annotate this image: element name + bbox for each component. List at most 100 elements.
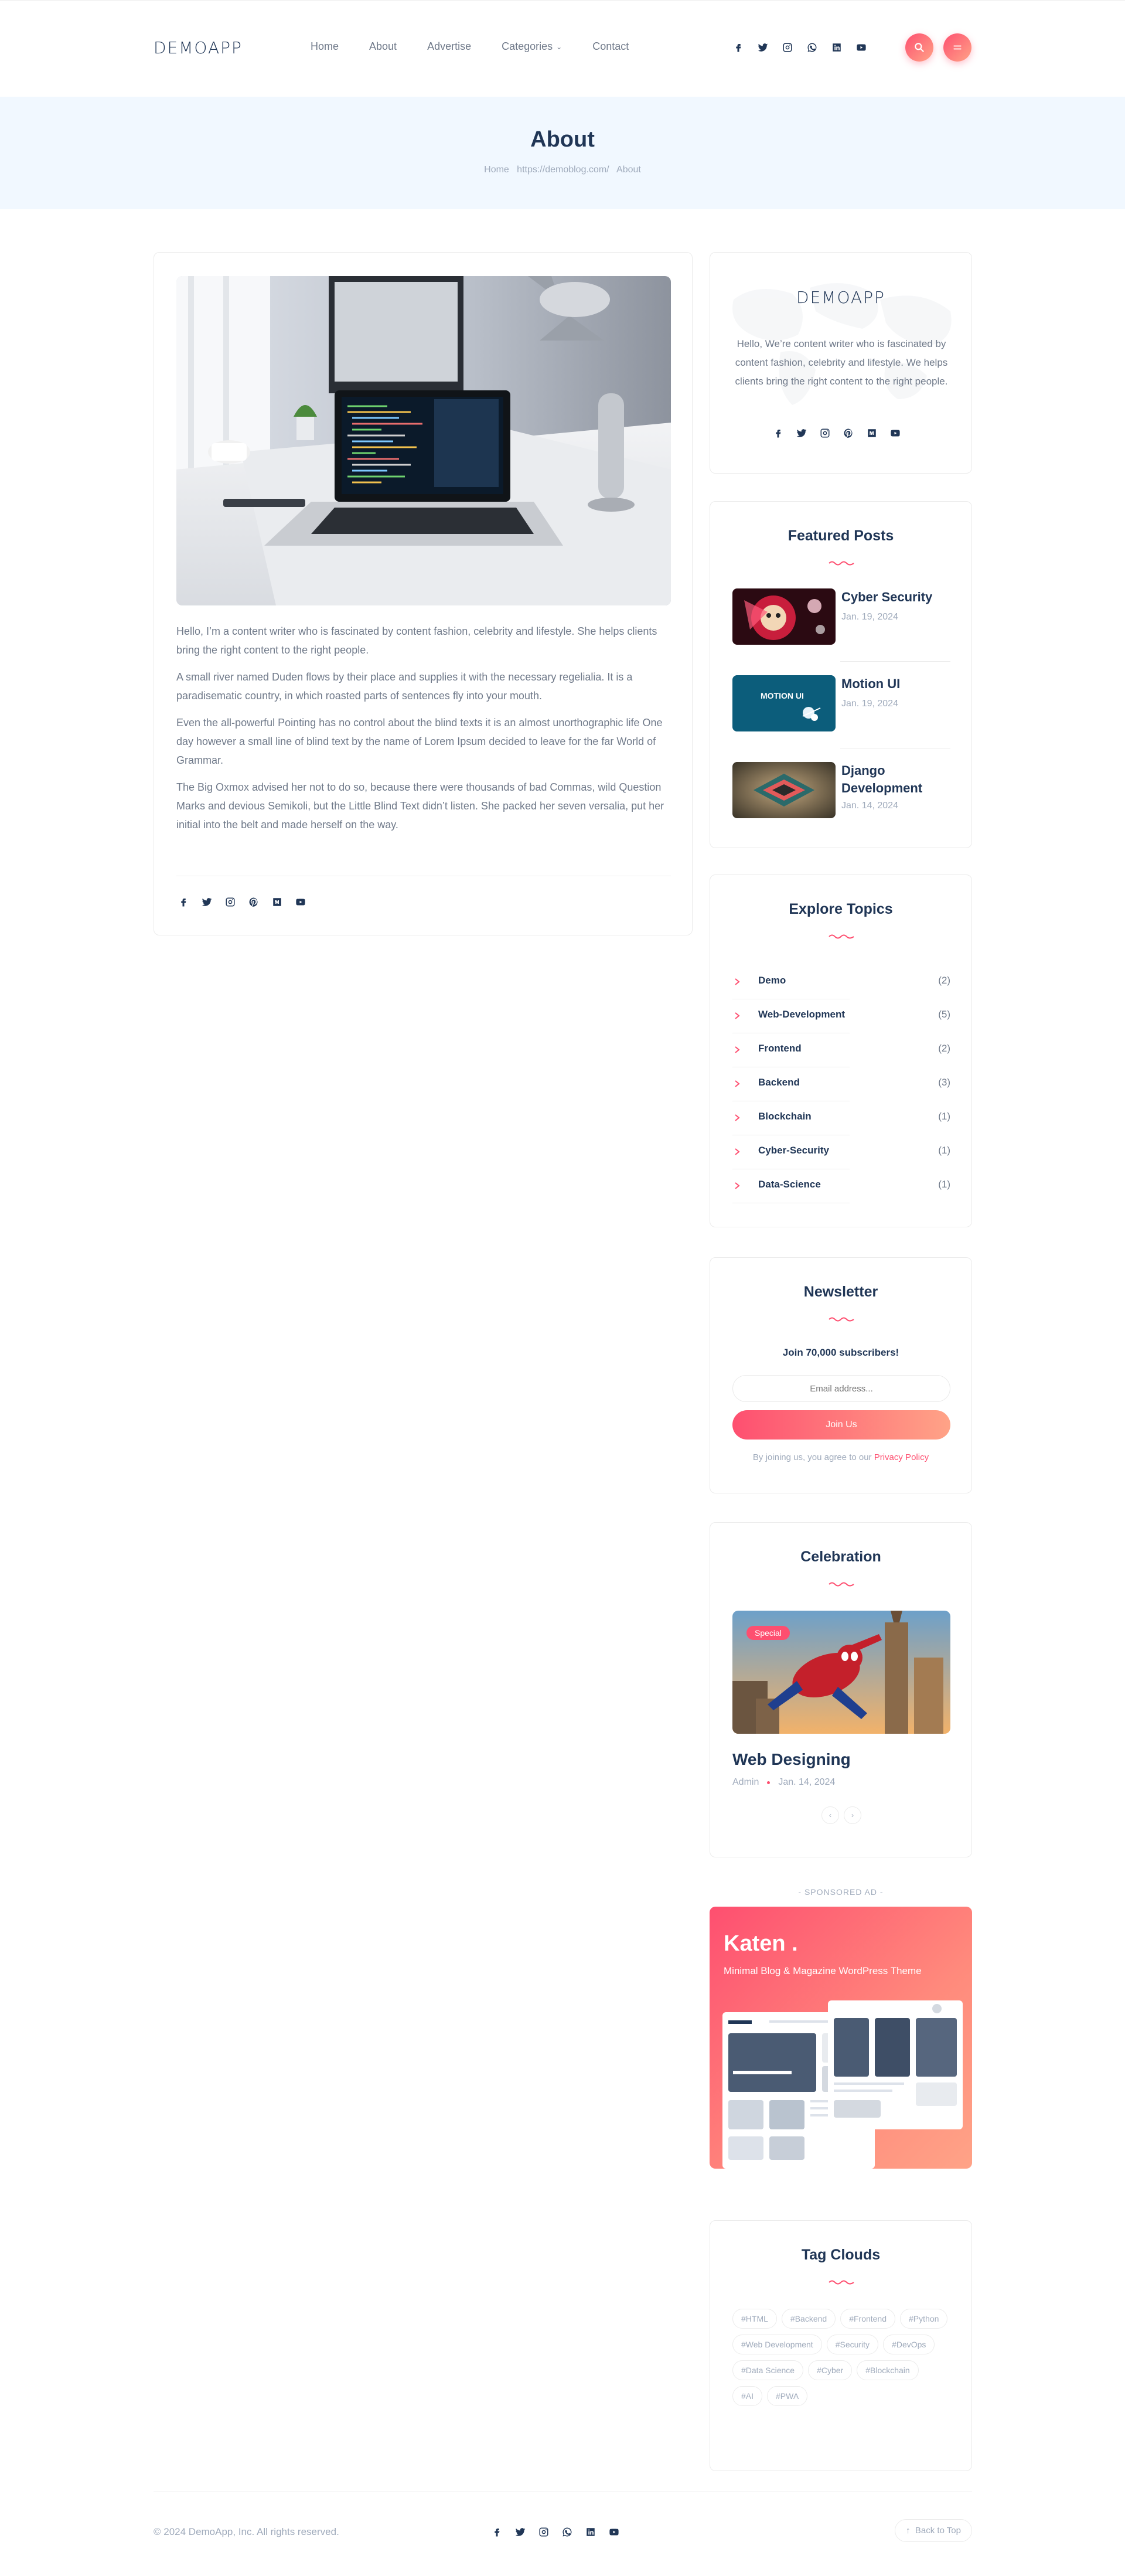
article-paragraph: The Big Oxmox advised her not to do so, … (176, 781, 664, 831)
pinterest-icon[interactable] (840, 425, 857, 441)
instagram-icon[interactable] (222, 894, 238, 910)
join-us-button[interactable]: Join Us (732, 1410, 950, 1440)
medium-icon[interactable] (269, 894, 285, 910)
youtube-icon[interactable] (853, 39, 870, 56)
nav-home[interactable]: Home (311, 40, 339, 53)
topic-item-web-development[interactable]: Web-Development (5) (732, 999, 950, 1033)
featured-post-title[interactable]: Cyber Security (841, 588, 950, 606)
tag-pwa[interactable]: #PWA (767, 2386, 808, 2406)
tag-python[interactable]: #Python (900, 2309, 948, 2329)
breadcrumb-url[interactable]: https://demoblog.com/ (517, 165, 609, 175)
tag-blockchain[interactable]: #Blockchain (857, 2360, 919, 2380)
topic-item-frontend[interactable]: Frontend (2) (732, 1033, 950, 1067)
medium-icon[interactable] (864, 425, 880, 441)
featured-post-title[interactable]: Django Development (841, 762, 950, 797)
privacy-policy-link[interactable]: Privacy Policy (874, 1452, 929, 1462)
topic-name[interactable]: Backend (758, 1077, 800, 1088)
youtube-icon[interactable] (292, 894, 309, 910)
whatsapp-icon[interactable] (804, 39, 820, 56)
topic-item-backend[interactable]: Backend (3) (732, 1067, 950, 1101)
featured-posts-widget: Featured Posts Cyber Security Jan. 19, 2… (710, 501, 972, 848)
facebook-icon[interactable] (770, 425, 786, 441)
instagram-icon[interactable] (536, 2524, 552, 2540)
twitter-icon[interactable] (793, 425, 810, 441)
nav-contact[interactable]: Contact (592, 40, 629, 53)
about-widget: DEMOAPP Hello, We’re content writer who … (710, 252, 972, 474)
meta-dot (767, 1781, 771, 1784)
featured-post-thumbnail[interactable]: MOTION UI (732, 675, 836, 731)
celebration-post-title[interactable]: Web Designing (732, 1750, 851, 1769)
hero-image-laptop-desk (176, 276, 671, 605)
tag-cyber[interactable]: #Cyber (808, 2360, 853, 2380)
back-to-top-button[interactable]: ↑ Back to Top (895, 2519, 972, 2542)
topic-item-data-science[interactable]: Data-Science (1) (732, 1169, 950, 1203)
menu-button[interactable] (943, 33, 971, 62)
chevron-right-icon (735, 1148, 740, 1155)
instagram-icon[interactable] (817, 425, 833, 441)
featured-post[interactable]: Cyber Security Jan. 19, 2024 (732, 588, 950, 647)
tag-data-science[interactable]: #Data Science (732, 2360, 804, 2380)
tag-ai[interactable]: #AI (732, 2386, 763, 2406)
privacy-policy-label: Privacy Policy (874, 1452, 929, 1462)
twitter-icon[interactable] (512, 2524, 529, 2540)
celebration-post-image[interactable]: Special (732, 1611, 950, 1734)
tag-web-development[interactable]: #Web Development (732, 2335, 822, 2354)
tag-html[interactable]: #HTML (732, 2309, 777, 2329)
youtube-icon[interactable] (606, 2524, 622, 2540)
post-author[interactable]: Admin (732, 1777, 759, 1788)
topic-name[interactable]: Frontend (758, 1043, 802, 1054)
tag-backend[interactable]: #Backend (781, 2309, 836, 2329)
featured-post[interactable]: Django Development Jan. 14, 2024 (732, 762, 950, 821)
nav-advertise[interactable]: Advertise (427, 40, 471, 53)
featured-post-title[interactable]: Motion UI (841, 675, 950, 693)
sponsored-ad-banner[interactable]: Katen . Minimal Blog & Magazine WordPres… (710, 1907, 972, 2169)
topic-name[interactable]: Web-Development (758, 1009, 845, 1020)
nav-about[interactable]: About (369, 40, 397, 53)
tag-frontend[interactable]: #Frontend (840, 2309, 896, 2329)
nav-home-label: Home (311, 40, 339, 52)
facebook-icon[interactable] (730, 39, 746, 56)
pinterest-icon[interactable] (246, 894, 262, 910)
search-icon (915, 43, 924, 52)
topic-name[interactable]: Demo (758, 975, 786, 986)
page-banner: About Home https://demoblog.com/ About (0, 97, 1125, 209)
tag-devops[interactable]: #DevOps (883, 2335, 935, 2354)
facebook-icon[interactable] (489, 2524, 505, 2540)
featured-post-thumbnail[interactable] (732, 762, 836, 818)
youtube-icon[interactable] (887, 425, 904, 441)
widget-title: Featured Posts (788, 528, 894, 544)
chevron-right-icon (735, 1080, 740, 1087)
carousel-next-button[interactable]: › (844, 1806, 861, 1824)
topic-item-blockchain[interactable]: Blockchain (1) (732, 1101, 950, 1135)
featured-post[interactable]: MOTION UI Motion UI Jan. 19, 2024 (732, 675, 950, 734)
nav-categories[interactable]: Categories ⌄ (502, 40, 562, 53)
carousel-prev-button[interactable]: ‹ (821, 1806, 839, 1824)
post-meta: Admin Jan. 14, 2024 (732, 1777, 835, 1788)
linkedin-icon[interactable] (582, 2524, 599, 2540)
chevron-right-icon (735, 1046, 740, 1053)
chevron-right-icon (735, 1012, 740, 1019)
twitter-icon[interactable] (755, 39, 771, 56)
divider (840, 661, 950, 662)
tag-security[interactable]: #Security (826, 2335, 879, 2354)
breadcrumb-home[interactable]: Home (484, 165, 509, 175)
facebook-icon[interactable] (175, 894, 192, 910)
featured-post-thumbnail[interactable] (732, 588, 836, 645)
instagram-icon[interactable] (779, 39, 796, 56)
linkedin-icon[interactable] (829, 39, 845, 56)
thumbnail-text: MOTION UI (761, 691, 804, 700)
topic-name[interactable]: Blockchain (758, 1111, 812, 1122)
email-field[interactable] (732, 1375, 950, 1402)
topic-name[interactable]: Data-Science (758, 1179, 821, 1190)
chevron-right-icon: › (851, 1811, 854, 1819)
twitter-icon[interactable] (199, 894, 215, 910)
search-button[interactable] (905, 33, 933, 62)
topic-item-cyber-security[interactable]: Cyber-Security (1) (732, 1135, 950, 1169)
topic-item-demo[interactable]: Demo (2) (732, 965, 950, 999)
whatsapp-icon[interactable] (559, 2524, 575, 2540)
site-header: DEMOAPP Home About Advertise Categories ⌄… (0, 0, 1125, 97)
wave-divider-icon (829, 1582, 854, 1587)
site-logo[interactable]: DEMOAPP (154, 38, 243, 57)
widget-title: Tag Clouds (801, 2247, 881, 2263)
topic-name[interactable]: Cyber-Security (758, 1145, 829, 1156)
